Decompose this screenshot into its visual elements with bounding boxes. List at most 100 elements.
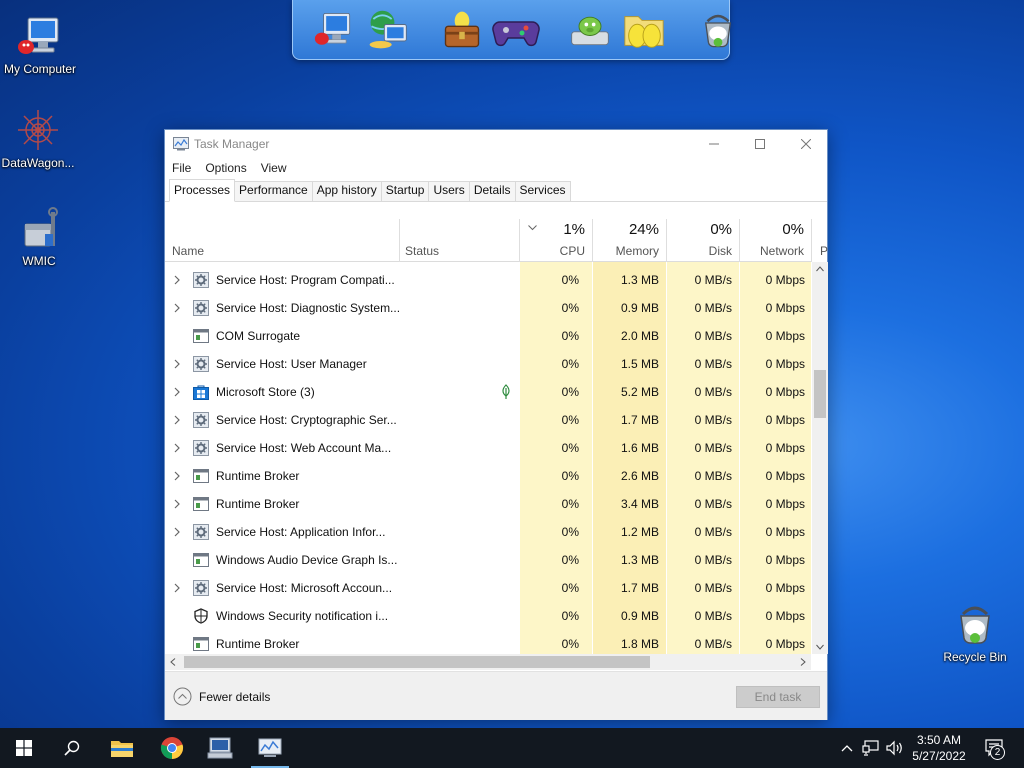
process-network: 0 Mbps <box>765 609 805 623</box>
desktop-icon-wmic[interactable]: WMIC <box>0 204 79 268</box>
process-row[interactable]: Service Host: Program Compati... 0% 1.3 MB… <box>165 266 811 294</box>
minimize-button[interactable] <box>691 130 737 158</box>
taskbar-computer-tool[interactable] <box>197 728 243 768</box>
maximize-button[interactable] <box>737 130 783 158</box>
show-hidden-icons-button[interactable] <box>838 728 856 768</box>
expand-chevron-icon[interactable] <box>171 302 183 314</box>
process-row[interactable]: Service Host: User Manager 0% 1.5 MB 0 MB/s… <box>165 350 811 378</box>
column-network[interactable]: 0% Network <box>740 219 811 262</box>
tab-services[interactable]: Services <box>514 181 571 201</box>
process-name: Windows Security notification i... <box>216 609 389 623</box>
process-row[interactable]: Windows Security notification i... 0% 0.9 … <box>165 602 811 630</box>
search-button[interactable] <box>49 728 95 768</box>
expand-chevron-icon[interactable] <box>171 470 183 482</box>
taskbar-chrome[interactable] <box>149 728 195 768</box>
dock-item-treasure[interactable] <box>437 5 487 55</box>
expand-chevron-icon[interactable] <box>171 498 183 510</box>
scroll-right-icon[interactable] <box>800 658 806 666</box>
column-memory[interactable]: 24% Memory <box>593 219 666 262</box>
taskbar-clock[interactable]: 3:50 AM 5/27/2022 <box>906 732 972 764</box>
process-network: 0 Mbps <box>765 581 805 595</box>
taskbar-task-manager[interactable] <box>247 728 293 768</box>
process-row[interactable]: Microsoft Store (3) 0% 5.2 MB 0 MB/s 0 Mbps <box>165 378 811 406</box>
desktop-icon-my-computer[interactable]: My Computer <box>0 14 80 76</box>
network-tray-button[interactable] <box>860 728 882 768</box>
title-bar[interactable]: Task Manager <box>165 130 827 158</box>
vertical-scroll-thumb[interactable] <box>814 370 826 418</box>
dock-item-network[interactable] <box>363 5 413 55</box>
expand-chevron-icon[interactable] <box>171 526 183 538</box>
process-row[interactable]: Runtime Broker 0% 3.4 MB 0 MB/s 0 Mbps <box>165 490 811 518</box>
store-icon <box>193 384 209 400</box>
column-disk[interactable]: 0% Disk <box>667 219 739 262</box>
desktop-icon-datawagon[interactable]: DataWagon... <box>0 106 78 170</box>
volume-icon <box>886 740 902 756</box>
process-cpu: 0% <box>561 413 579 427</box>
process-memory: 2.6 MB <box>620 469 659 483</box>
process-row[interactable]: Runtime Broker 0% 1.8 MB 0 MB/s 0 Mbps <box>165 630 811 654</box>
process-memory: 1.7 MB <box>620 413 659 427</box>
action-center-button[interactable]: 2 <box>978 728 1012 768</box>
start-button[interactable] <box>1 728 47 768</box>
volume-tray-button[interactable] <box>884 728 906 768</box>
tab-performance[interactable]: Performance <box>234 181 313 201</box>
horizontal-scroll-thumb[interactable] <box>184 656 650 668</box>
dock-item-my-computer[interactable] <box>309 5 359 55</box>
column-name[interactable]: Name <box>165 219 399 262</box>
process-memory: 2.0 MB <box>620 329 659 343</box>
process-disk: 0 MB/s <box>694 413 732 427</box>
process-memory: 1.8 MB <box>620 637 659 651</box>
recycle-bin-icon <box>960 606 990 644</box>
expand-chevron-icon[interactable] <box>171 274 183 286</box>
column-power-label: P <box>820 244 828 258</box>
expand-chevron-icon[interactable] <box>171 582 183 594</box>
process-row[interactable]: Service Host: Microsoft Accoun... 0% 1.7 M… <box>165 574 811 602</box>
process-row[interactable]: COM Surrogate 0% 2.0 MB 0 MB/s 0 Mbps <box>165 322 811 350</box>
desktop-icon-label: Recycle Bin <box>943 650 1007 664</box>
tab-processes[interactable]: Processes <box>169 179 236 202</box>
column-power[interactable]: P <box>812 219 828 262</box>
process-row[interactable]: Service Host: Diagnostic System... 0% 0.9 … <box>165 294 811 322</box>
process-disk: 0 MB/s <box>694 329 732 343</box>
close-button[interactable] <box>783 130 829 158</box>
scroll-up-icon[interactable] <box>816 266 824 272</box>
expand-chevron-icon[interactable] <box>171 358 183 370</box>
fewer-details-button[interactable]: Fewer details <box>173 687 270 706</box>
chevron-up-icon <box>841 745 853 752</box>
desktop-icon-recycle-bin[interactable]: Recycle Bin <box>935 600 1015 664</box>
expand-chevron-icon[interactable] <box>171 414 183 426</box>
process-row[interactable]: Runtime Broker 0% 2.6 MB 0 MB/s 0 Mbps <box>165 462 811 490</box>
expand-chevron-icon[interactable] <box>171 386 183 398</box>
column-cpu[interactable]: 1% CPU <box>520 219 592 262</box>
vertical-scrollbar[interactable] <box>812 262 828 654</box>
tab-app-history[interactable]: App history <box>311 181 382 201</box>
taskbar-file-explorer[interactable] <box>99 728 145 768</box>
process-disk: 0 MB/s <box>694 637 732 651</box>
process-row[interactable]: Service Host: Web Account Ma... 0% 1.6 MB 0… <box>165 434 811 462</box>
menu-options[interactable]: Options <box>205 161 246 175</box>
dock-item-eggs-folder[interactable] <box>619 5 669 55</box>
end-task-button[interactable]: End task <box>736 686 820 708</box>
scroll-down-icon[interactable] <box>816 644 824 650</box>
process-memory: 0.9 MB <box>620 301 659 315</box>
dock-item-recycle-bin[interactable] <box>693 5 743 55</box>
process-memory: 1.7 MB <box>620 581 659 595</box>
tab-details[interactable]: Details <box>468 181 516 201</box>
column-status[interactable]: Status <box>400 219 519 262</box>
process-network: 0 Mbps <box>765 413 805 427</box>
expand-chevron-icon[interactable] <box>171 442 183 454</box>
horizontal-scrollbar[interactable] <box>165 654 811 670</box>
process-row[interactable]: Windows Audio Device Graph Is... 0% 1.3 MB… <box>165 546 811 574</box>
tab-startup[interactable]: Startup <box>380 181 430 201</box>
tab-users[interactable]: Users <box>428 181 470 201</box>
column-disk-label: Disk <box>708 244 732 258</box>
process-row[interactable]: Service Host: Cryptographic Ser... 0% 1.7 … <box>165 406 811 434</box>
menu-view[interactable]: View <box>261 161 287 175</box>
service-gear-icon <box>193 412 209 428</box>
process-memory: 3.4 MB <box>620 497 659 511</box>
process-row[interactable]: Service Host: Application Infor... 0% 1.2 … <box>165 518 811 546</box>
dock-item-pig-drive[interactable] <box>565 5 615 55</box>
dock-item-gamepad[interactable] <box>491 5 541 55</box>
scroll-left-icon[interactable] <box>170 658 176 666</box>
menu-file[interactable]: File <box>172 161 191 175</box>
